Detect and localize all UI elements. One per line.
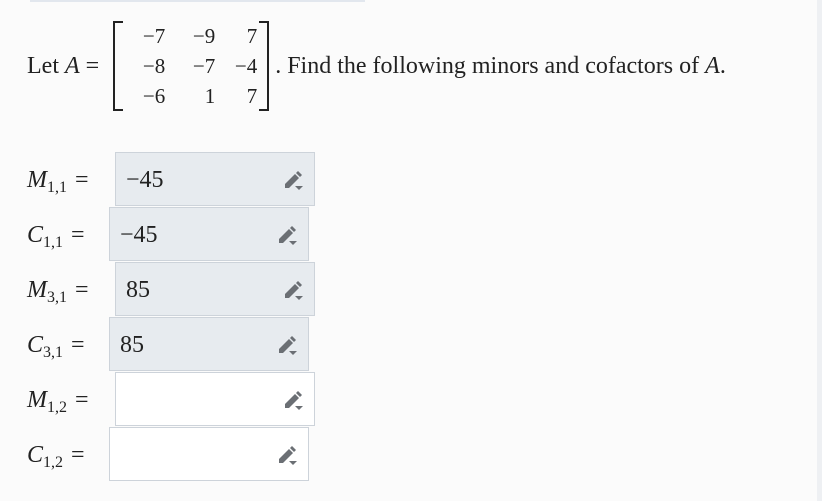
- answer-input-c31[interactable]: 85: [109, 317, 309, 371]
- answer-value: −45: [126, 167, 164, 193]
- matrix-a: −7 −9 7 −8 −7 −4 −6 1 7: [113, 21, 270, 111]
- answer-row-c12: C1,2 =: [0, 427, 310, 483]
- problem-instruction: . Find the following minors and cofactor…: [275, 52, 726, 79]
- answer-label: M1,2 =: [27, 387, 89, 416]
- answer-input-c11[interactable]: −45: [109, 207, 309, 261]
- matrix-cell: −9: [192, 24, 216, 48]
- pencil-icon[interactable]: [282, 169, 304, 191]
- pencil-icon[interactable]: [282, 389, 304, 411]
- pencil-icon[interactable]: [276, 334, 298, 356]
- matrix-cell: −7: [192, 54, 216, 78]
- answer-row-c11: C1,1 = −45: [0, 207, 310, 263]
- matrix-cell: −8: [142, 54, 166, 78]
- answer-label: M3,1 =: [27, 277, 89, 306]
- top-divider: [30, 0, 365, 2]
- matrix-name: A: [64, 52, 80, 79]
- pencil-icon[interactable]: [276, 444, 298, 466]
- answer-input-m31[interactable]: 85: [115, 262, 315, 316]
- answer-input-m12[interactable]: [115, 372, 315, 426]
- answer-row-m11: M1,1 = −45: [0, 152, 316, 208]
- matrix-cell: −4: [234, 54, 258, 78]
- answer-row-m12: M1,2 =: [0, 372, 316, 428]
- answer-value: 85: [126, 277, 150, 303]
- answer-input-m11[interactable]: −45: [115, 152, 315, 206]
- pencil-icon[interactable]: [276, 224, 298, 246]
- answer-row-c31: C3,1 = 85: [0, 317, 310, 373]
- matrix-cell: −6: [142, 84, 166, 108]
- answer-label: C1,1 =: [27, 222, 85, 251]
- answer-value: 85: [120, 332, 144, 358]
- scrollbar-track[interactable]: [817, 0, 822, 501]
- matrix-cell: 7: [246, 24, 258, 48]
- answer-row-m31: M3,1 = 85: [0, 262, 316, 318]
- problem-statement: Let A = −7 −9 7 −8 −7 −4 −6 1 7 . Find t…: [27, 20, 726, 112]
- answer-label: C3,1 =: [27, 332, 85, 361]
- matrix-cell: −7: [142, 24, 166, 48]
- matrix-cell: 1: [204, 84, 216, 108]
- answer-value: −45: [120, 222, 158, 248]
- answer-label: M1,1 =: [27, 167, 89, 196]
- matrix-cell: 7: [246, 84, 258, 108]
- pencil-icon[interactable]: [282, 279, 304, 301]
- problem-lead: Let A =: [27, 52, 100, 79]
- answer-label: C1,2 =: [27, 442, 85, 471]
- answer-input-c12[interactable]: [109, 427, 309, 481]
